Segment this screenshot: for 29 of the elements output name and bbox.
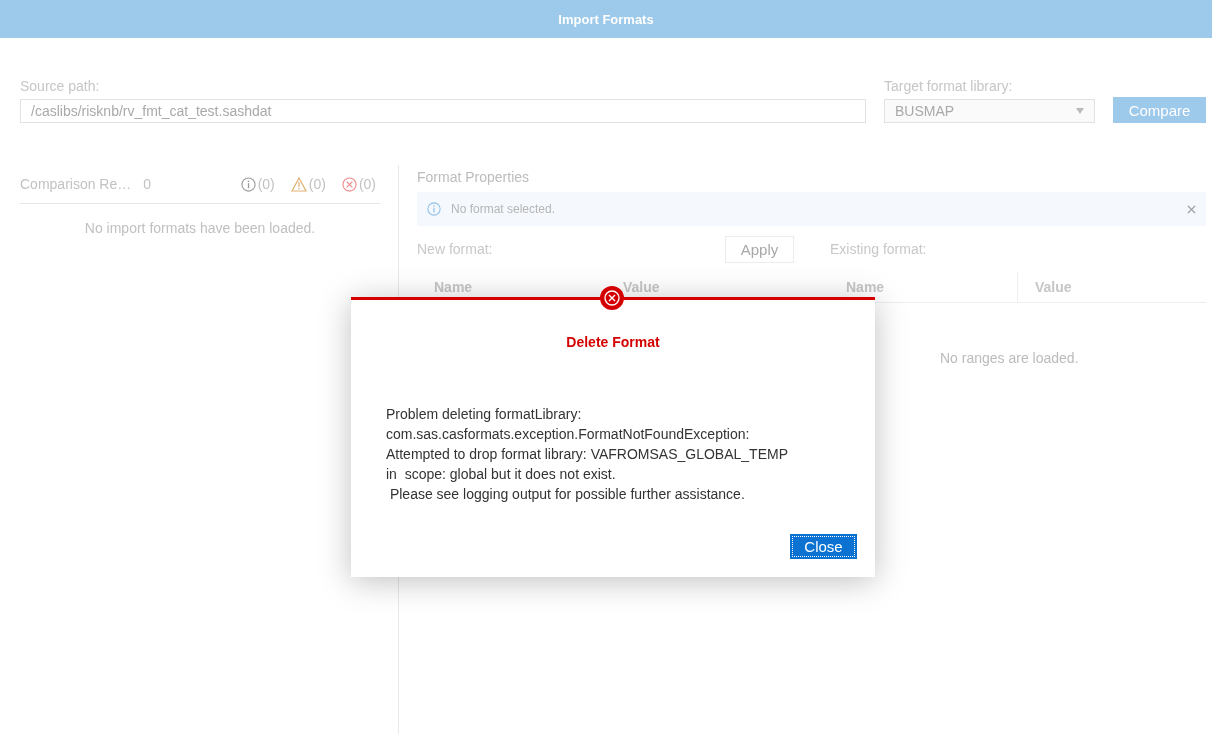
column-header: Name [433, 278, 474, 297]
empty-message: No ranges are loaded. [940, 350, 1079, 366]
error-message: Problem deleting formatLibrary: com.sas.casformats.exception.FormatNotFoundException: Attempted to drop format library: VAFROMSAS_GLOBAL_TEMP in scope: global but it does not exist. Please see logging output for possible further assistance. [386, 405, 789, 504]
info-icon [427, 202, 441, 216]
source-path-field[interactable]: /caslibs/risknb/rv_fmt_cat_test.sashdat [20, 99, 866, 123]
notice-text: No format selected. [451, 202, 557, 216]
apply-button[interactable]: Apply [725, 235, 794, 263]
badge-count: (0) [257, 176, 275, 192]
badge-count: (0) [308, 176, 326, 192]
warning-icon [290, 176, 307, 192]
badge-count: (0) [358, 176, 376, 192]
caret-icon [1076, 108, 1084, 114]
empty-message: No import formats have been loaded. [83, 220, 317, 236]
window-title: Import Formats [558, 11, 654, 27]
compare-button[interactable]: Compare [1113, 97, 1206, 123]
target-library-dropdown[interactable]: BUSMAP [884, 99, 1095, 123]
close-icon[interactable] [1187, 204, 1196, 214]
column-header: Value [622, 278, 661, 297]
close-button[interactable]: Close [790, 534, 857, 559]
comparison-count: 0 [143, 176, 152, 192]
error-icon [341, 176, 357, 192]
column-header: Value [1017, 272, 1205, 302]
column-header: Name [845, 278, 886, 297]
dialog-title: Delete Format [565, 334, 661, 350]
source-path-label: Source path: [20, 78, 101, 94]
comparison-results-title: Comparison Re… [20, 176, 132, 192]
info-icon [240, 176, 256, 192]
format-properties-title: Format Properties [417, 169, 531, 185]
target-library-label: Target format library: [884, 78, 1014, 94]
